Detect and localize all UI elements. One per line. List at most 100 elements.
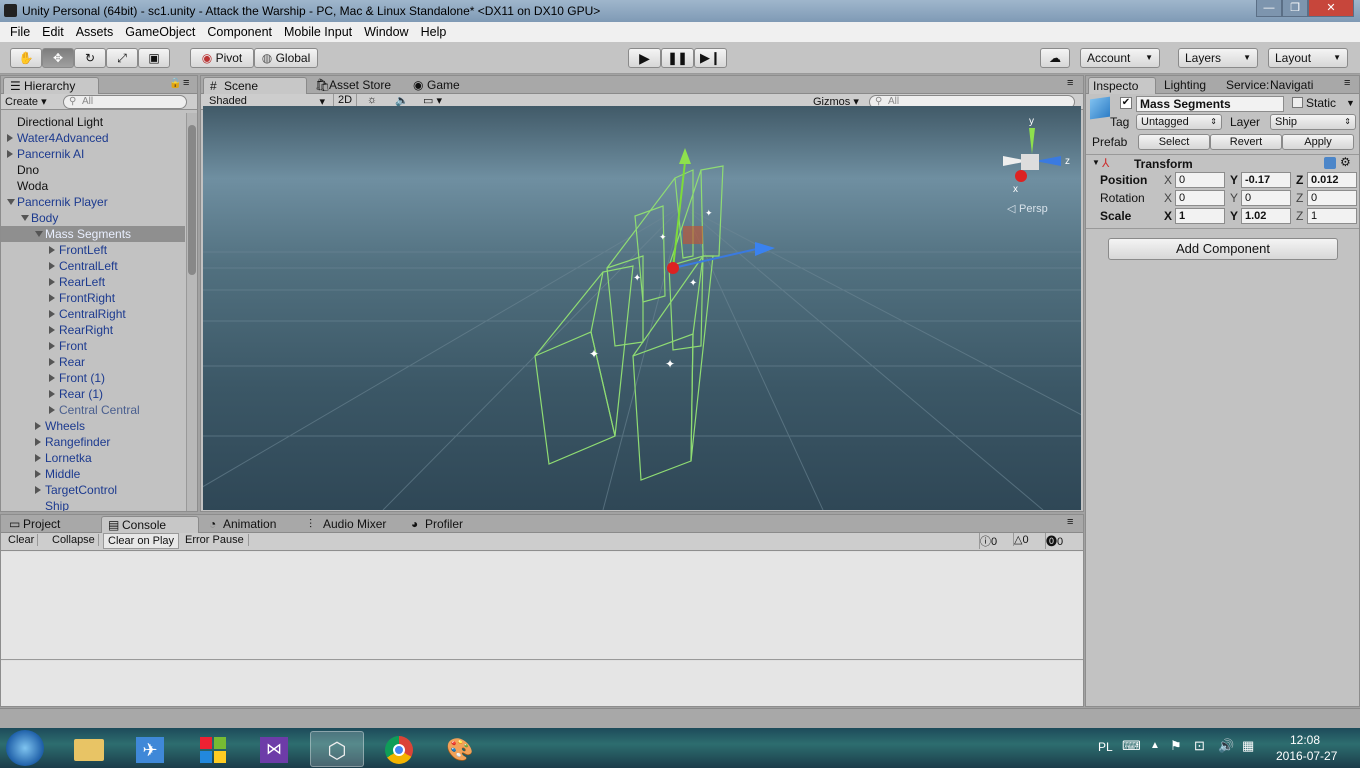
account-dropdown[interactable]: Account ▼	[1080, 48, 1160, 68]
scale-tool-button[interactable]: ⤢	[106, 48, 138, 68]
hierarchy-item[interactable]: Water4Advanced	[1, 130, 185, 146]
scrollbar-thumb[interactable]	[188, 125, 196, 275]
transform-header[interactable]: ▼ ⅄ Transform ⚙	[1086, 154, 1359, 172]
tab-lighting[interactable]: Lighting	[1160, 77, 1220, 94]
tab-asset-store[interactable]: 🛍 Asset Store	[309, 77, 409, 94]
tab-navigation[interactable]: Navigati	[1266, 77, 1336, 94]
log-filter-toggle[interactable]: ⓘ0	[979, 533, 1011, 549]
prefab-revert-button[interactable]: Revert	[1210, 134, 1282, 150]
menu-edit[interactable]: Edit	[36, 25, 70, 39]
error-filter-toggle[interactable]: ⓿0	[1045, 533, 1077, 549]
hierarchy-item[interactable]: Rangefinder	[1, 434, 185, 450]
chevron-right-icon[interactable]	[49, 278, 55, 286]
chevron-right-icon[interactable]	[35, 454, 41, 462]
chevron-right-icon[interactable]	[49, 246, 55, 254]
hierarchy-item[interactable]: Woda	[1, 178, 185, 194]
clock-time[interactable]: 12:08	[1290, 733, 1320, 747]
panel-menu-icon[interactable]: ≡	[183, 77, 189, 89]
console-detail-area[interactable]	[1, 661, 1083, 706]
hierarchy-item[interactable]: Central Central	[1, 402, 185, 418]
chevron-right-icon[interactable]	[7, 150, 13, 158]
tab-project[interactable]: ▭ Project	[3, 516, 95, 533]
step-button[interactable]: ▶❙	[694, 48, 727, 68]
hierarchy-item[interactable]: Ship	[1, 498, 185, 511]
move-tool-button[interactable]: ✥	[42, 48, 74, 68]
tab-audio-mixer[interactable]: ⫶ Audio Mixer	[303, 516, 405, 533]
language-indicator[interactable]: PL	[1098, 740, 1113, 754]
unity-taskbar-icon[interactable]: ⬡	[310, 731, 364, 767]
network-icon[interactable]: ⊡	[1194, 738, 1205, 754]
scale-y-field[interactable]: 1.02	[1241, 208, 1291, 224]
chevron-right-icon[interactable]	[49, 262, 55, 270]
menu-component[interactable]: Component	[201, 25, 278, 39]
maximize-button[interactable]: ❐	[1282, 0, 1308, 17]
close-button[interactable]: ✕	[1308, 0, 1354, 17]
rect-tool-button[interactable]: ▣	[138, 48, 170, 68]
rotate-tool-button[interactable]: ↻	[74, 48, 106, 68]
pivot-toggle[interactable]: ◉ Pivot	[190, 48, 254, 68]
create-dropdown[interactable]: Create ▾	[5, 95, 47, 108]
chevron-right-icon[interactable]	[49, 326, 55, 334]
layer-dropdown[interactable]: Ship ⇕	[1270, 114, 1356, 130]
hierarchy-item[interactable]: TargetControl	[1, 482, 185, 498]
object-name-field[interactable]: Mass Segments	[1136, 96, 1284, 112]
minimize-button[interactable]: —	[1256, 0, 1282, 17]
hierarchy-item[interactable]: Mass Segments	[1, 226, 185, 242]
hierarchy-item[interactable]: FrontRight	[1, 290, 185, 306]
chevron-right-icon[interactable]	[49, 342, 55, 350]
chevron-down-icon[interactable]	[7, 199, 15, 205]
projection-label[interactable]: Persp	[1019, 203, 1048, 215]
chevron-right-icon[interactable]	[49, 310, 55, 318]
chevron-down-icon[interactable]	[21, 215, 29, 221]
chevron-right-icon[interactable]	[7, 134, 13, 142]
rotation-y-field[interactable]: 0	[1241, 190, 1291, 206]
active-checkbox[interactable]: ✔	[1120, 97, 1132, 109]
play-button[interactable]: ▶	[628, 48, 661, 68]
hierarchy-item[interactable]: Directional Light	[1, 114, 185, 130]
chevron-up-icon[interactable]: ▲	[1150, 740, 1160, 751]
hierarchy-item[interactable]: RearRight	[1, 322, 185, 338]
hierarchy-search-input[interactable]: ⚲ All	[63, 95, 187, 109]
chevron-right-icon[interactable]	[49, 358, 55, 366]
lighting-toggle-icon[interactable]: ☼	[367, 94, 377, 106]
position-y-field[interactable]: -0.17	[1241, 172, 1291, 188]
menu-window[interactable]: Window	[358, 25, 414, 39]
tab-inspector[interactable]: Inspecto	[1088, 77, 1156, 94]
layout-dropdown[interactable]: Layout ▼	[1268, 48, 1348, 68]
flag-icon[interactable]: ⚑	[1170, 738, 1182, 754]
scale-z-field[interactable]: 1	[1307, 208, 1357, 224]
windows-update-icon[interactable]: ▦	[1242, 738, 1254, 754]
gear-icon[interactable]: ⚙	[1340, 155, 1351, 169]
chevron-right-icon[interactable]	[49, 390, 55, 398]
chevron-right-icon[interactable]	[49, 374, 55, 382]
global-toggle[interactable]: ◍ Global	[254, 48, 318, 68]
airplane-app-icon[interactable]: ✈	[124, 731, 178, 767]
static-checkbox[interactable]	[1292, 97, 1303, 108]
hierarchy-item[interactable]: CentralRight	[1, 306, 185, 322]
file-explorer-icon[interactable]	[62, 731, 116, 767]
position-x-field[interactable]: 0	[1175, 172, 1225, 188]
console-clear-on-play-button[interactable]: Clear on Play	[103, 533, 180, 549]
panel-menu-icon[interactable]: ≡	[1067, 77, 1073, 89]
tab-game[interactable]: ◉ Game	[407, 77, 477, 94]
menu-help[interactable]: Help	[415, 25, 453, 39]
orientation-gizmo[interactable]	[1003, 128, 1061, 182]
hierarchy-item[interactable]: FrontLeft	[1, 242, 185, 258]
chevron-right-icon[interactable]	[49, 406, 55, 414]
hierarchy-item[interactable]: Pancernik Player	[1, 194, 185, 210]
hand-tool-button[interactable]: ✋	[10, 48, 42, 68]
tab-scene[interactable]: # Scene	[203, 77, 307, 94]
chevron-right-icon[interactable]	[35, 470, 41, 478]
cloud-icon[interactable]: ☁	[1040, 48, 1070, 68]
lock-icon[interactable]: 🔒	[169, 78, 181, 89]
tab-profiler[interactable]: ◕ Profiler	[405, 516, 485, 533]
position-z-field[interactable]: 0.012	[1307, 172, 1357, 188]
hierarchy-item[interactable]: Front (1)	[1, 370, 185, 386]
console-collapse-button[interactable]: Collapse	[49, 534, 99, 546]
paint-icon[interactable]: 🎨	[434, 731, 488, 767]
menu-gameobject[interactable]: GameObject	[119, 25, 201, 39]
hierarchy-item[interactable]: Front	[1, 338, 185, 354]
hierarchy-item[interactable]: Body	[1, 210, 185, 226]
help-icon[interactable]	[1324, 157, 1336, 169]
tab-animation[interactable]: ◔ Animation	[203, 516, 303, 533]
